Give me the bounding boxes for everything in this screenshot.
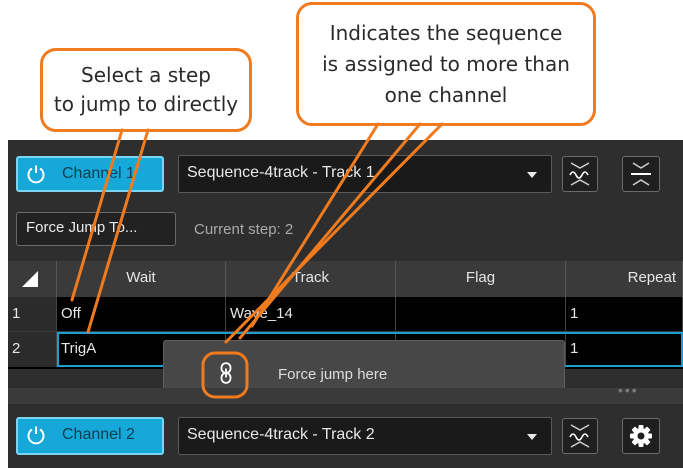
cell-repeat[interactable]: 1 bbox=[566, 297, 683, 331]
grid-header: Wait Track Flag Repeat bbox=[8, 261, 683, 297]
force-jump-here-label: Force jump here bbox=[278, 366, 388, 383]
callout-shared-sequence: Indicates the sequence is assigned to mo… bbox=[296, 2, 596, 126]
callout-line: Select a step bbox=[81, 63, 211, 87]
row-number: 2 bbox=[8, 332, 57, 367]
callout-line: one channel bbox=[384, 83, 508, 107]
channel-2-sequence-select[interactable]: Sequence-4track - Track 2 bbox=[178, 417, 552, 455]
select-all-corner[interactable] bbox=[8, 261, 57, 297]
table-row[interactable]: 1 Off Wave_14 1 bbox=[8, 297, 683, 332]
cell-wait[interactable]: Off bbox=[57, 297, 226, 331]
column-header-wait[interactable]: Wait bbox=[57, 261, 226, 297]
row-number: 1 bbox=[8, 297, 57, 331]
force-jump-to-button[interactable]: Force Jump To... bbox=[16, 212, 176, 246]
force-jump-label: Force Jump To... bbox=[26, 219, 138, 236]
callout-line: Indicates the sequence bbox=[329, 21, 563, 45]
column-header-repeat[interactable]: Repeat bbox=[566, 261, 683, 297]
callout-line: to jump to directly bbox=[53, 92, 239, 116]
channel-2-toggle-button[interactable]: Channel 2 bbox=[16, 417, 164, 455]
cell-flag[interactable] bbox=[396, 297, 566, 331]
link-icon bbox=[220, 362, 232, 384]
drag-handle-icon[interactable]: ••• bbox=[618, 382, 639, 398]
collapse-icon bbox=[631, 162, 651, 186]
channel-2-label: Channel 2 bbox=[62, 426, 135, 443]
channel-1-toggle-button[interactable]: Channel 1 bbox=[16, 156, 164, 192]
current-step-text: Current step: 2 bbox=[194, 221, 294, 238]
cell-track[interactable]: Wave_14 bbox=[226, 297, 396, 331]
waveform-icon bbox=[569, 162, 590, 186]
panel-divider: ••• bbox=[8, 382, 683, 404]
channel-2-waveform-button[interactable] bbox=[562, 418, 598, 454]
sequence-value: Sequence-4track - Track 2 bbox=[187, 426, 375, 443]
channel-2-panel: Channel 2 Sequence-4track - Track 2 bbox=[8, 404, 683, 468]
chevron-down-icon bbox=[527, 172, 537, 178]
column-header-flag[interactable]: Flag bbox=[396, 261, 566, 297]
chevron-down-icon bbox=[527, 434, 537, 440]
power-icon bbox=[27, 426, 45, 445]
waveform-icon bbox=[569, 424, 590, 448]
channel-1-label: Channel 1 bbox=[62, 165, 135, 182]
channel-1-waveform-button[interactable] bbox=[562, 156, 598, 192]
callout-select-step: Select a step to jump to directly bbox=[40, 48, 252, 132]
column-header-track[interactable]: Track bbox=[226, 261, 396, 297]
power-icon bbox=[27, 165, 45, 184]
sequence-value: Sequence-4track - Track 1 bbox=[187, 164, 375, 181]
channel-1-sequence-select[interactable]: Sequence-4track - Track 1 bbox=[178, 155, 552, 193]
channel-1-collapse-button[interactable] bbox=[622, 156, 660, 192]
gear-icon bbox=[630, 425, 652, 447]
callout-line: is assigned to more than bbox=[322, 52, 570, 76]
corner-triangle-icon bbox=[22, 271, 38, 287]
channel-2-settings-button[interactable] bbox=[622, 418, 660, 454]
